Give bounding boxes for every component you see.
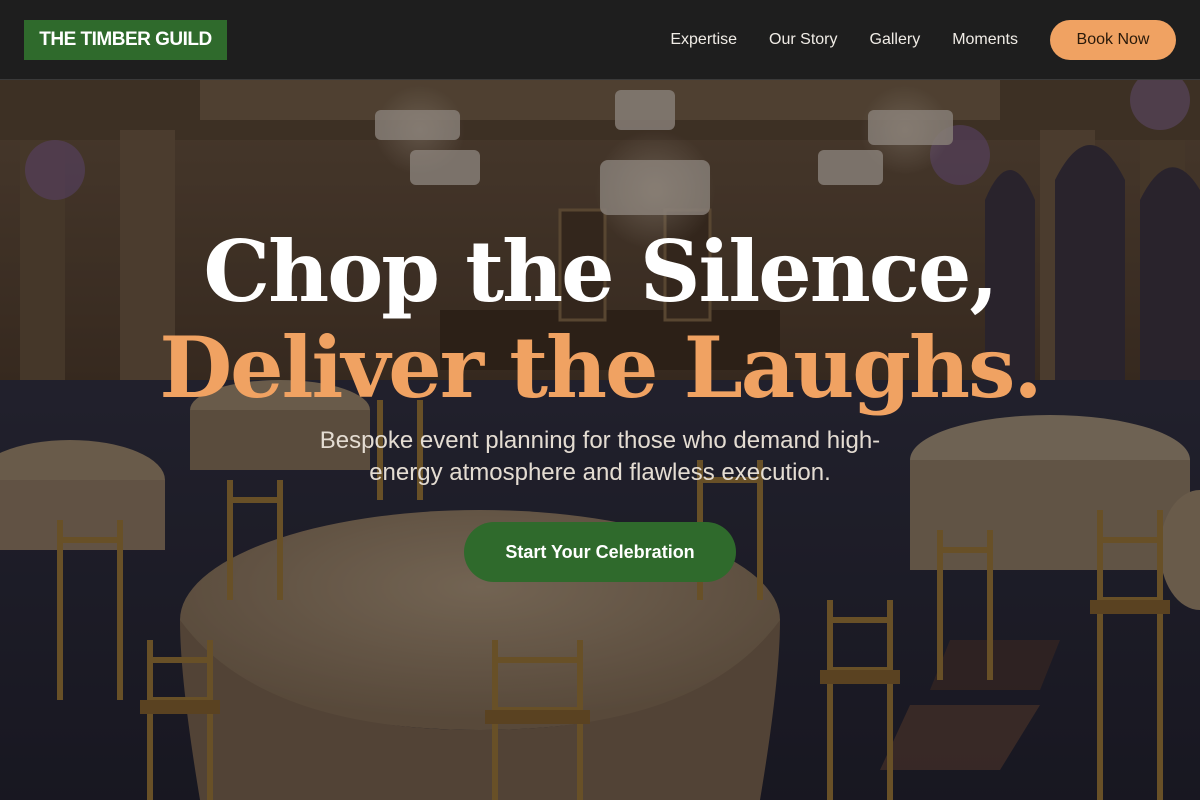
book-now-button[interactable]: Book Now	[1050, 19, 1176, 60]
nav-link-our-story[interactable]: Our Story	[769, 31, 837, 49]
hero-section: Chop the Silence, Deliver the Laughs. Be…	[0, 80, 1200, 800]
nav-link-gallery[interactable]: Gallery	[870, 31, 921, 49]
hero-title-line2: Deliver the Laughs.	[159, 318, 1042, 417]
nav-link-expertise[interactable]: Expertise	[670, 31, 737, 49]
start-celebration-button[interactable]: Start Your Celebration	[464, 522, 736, 582]
hero-title-line1: Chop the Silence,	[203, 222, 998, 321]
main-nav: Expertise Our Story Gallery Moments Book…	[638, 19, 1176, 60]
site-header: THE TIMBER GUILD Expertise Our Story Gal…	[0, 0, 1200, 80]
hero-subtitle: Bespoke event planning for those who dem…	[319, 427, 881, 486]
site-logo[interactable]: THE TIMBER GUILD	[24, 19, 227, 60]
nav-link-moments[interactable]: Moments	[952, 31, 1018, 49]
